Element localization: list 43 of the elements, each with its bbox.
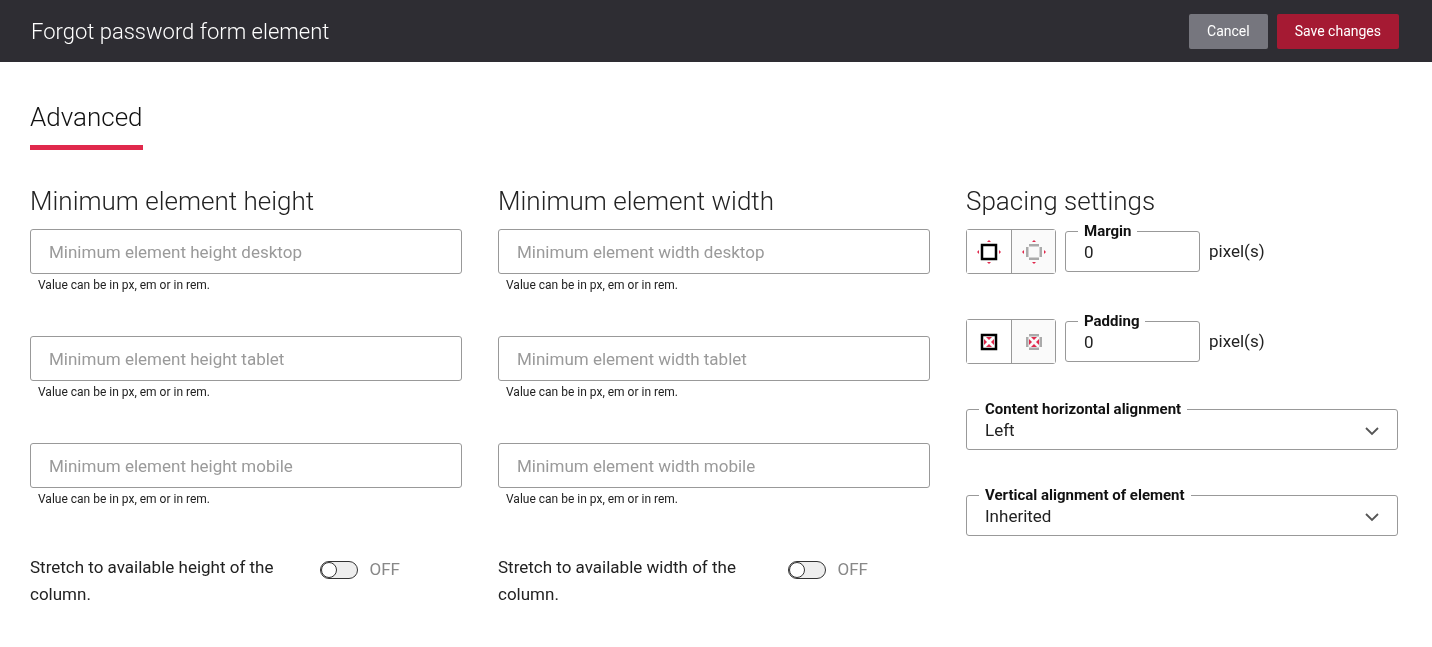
number-field[interactable]: Margin 0 — [1065, 223, 1200, 272]
field-hint: Value can be in px, em or in rem. — [505, 277, 679, 294]
input-field[interactable]: Minimum element width mobile — [498, 443, 930, 488]
field-hint: Value can be in px, em or in rem. — [505, 491, 679, 508]
unit-label: pixel(s) — [1209, 239, 1265, 263]
field-value: 0 — [1084, 331, 1094, 355]
field-value: 0 — [1084, 241, 1094, 265]
input-field[interactable]: Minimum element height mobile — [30, 443, 462, 488]
field-value: Inherited — [985, 505, 1052, 529]
toggle-state: OFF — [369, 558, 400, 581]
dropdown-field[interactable]: Content horizontal alignment Left — [966, 401, 1398, 450]
dropdown-field[interactable]: Vertical alignment of element Inherited — [966, 487, 1398, 536]
field-hint: Value can be in px, em or in rem. — [37, 277, 211, 294]
section-title: Minimum element width — [498, 185, 775, 218]
field-hint: Value can be in px, em or in rem. — [505, 384, 679, 401]
input-field[interactable]: Minimum element width desktop — [498, 229, 930, 274]
toggle-label: Stretch to available width of the column. — [498, 556, 737, 606]
input-field[interactable]: Minimum element height desktop — [30, 229, 462, 274]
page-title: Forgot password form element — [31, 17, 330, 46]
input-field[interactable]: Minimum element width tablet — [498, 336, 930, 381]
field-label: Padding — [1083, 313, 1141, 329]
toggle-state: OFF — [837, 558, 868, 581]
margin-mode-icon — [977, 239, 1001, 264]
field-label: Vertical alignment of element — [984, 487, 1186, 503]
toggle-label: Stretch to available height of the column. — [30, 556, 275, 606]
margin-mode-icon — [1021, 239, 1046, 264]
input-field[interactable]: Minimum element height tablet — [30, 336, 462, 381]
toggle-switch[interactable] — [319, 560, 358, 579]
chevron-down-icon — [1365, 426, 1379, 436]
number-field[interactable]: Padding 0 — [1065, 313, 1200, 362]
toggle-switch[interactable] — [787, 560, 826, 579]
unit-label: pixel(s) — [1209, 329, 1265, 353]
tab[interactable]: Advanced — [30, 98, 143, 150]
field-hint: Value can be in px, em or in rem. — [37, 491, 211, 508]
chevron-down-icon — [1365, 512, 1379, 522]
cancel-button[interactable]: Cancel — [1189, 13, 1268, 49]
field-value: Left — [985, 419, 1015, 443]
field-label: Content horizontal alignment — [984, 401, 1183, 417]
section-title: Minimum element height — [30, 185, 316, 218]
save-button[interactable]: Save changes — [1276, 13, 1399, 49]
section-title: Spacing settings — [966, 185, 1157, 218]
field-label: Margin — [1083, 223, 1133, 239]
field-hint: Value can be in px, em or in rem. — [37, 384, 211, 401]
